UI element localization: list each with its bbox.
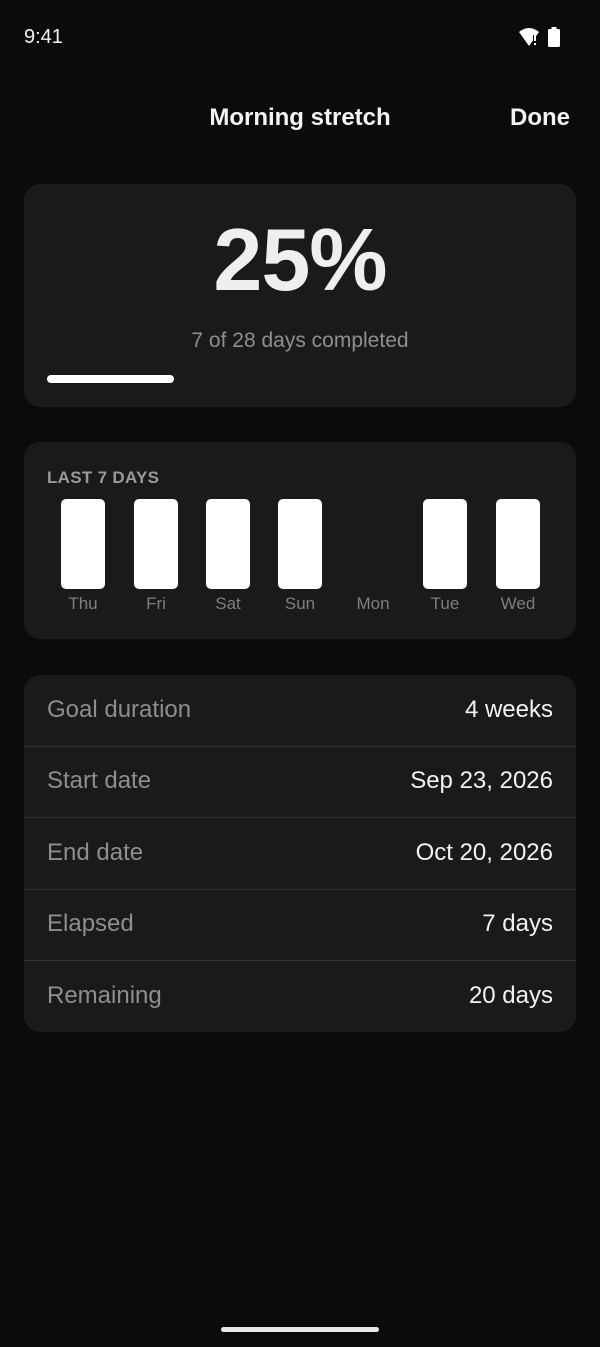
detail-row-remaining: Remaining 20 days [24,961,576,1032]
day-label: Tue [430,594,460,613]
day-tue: Tue [423,499,467,619]
day-mon: Mon [351,499,395,619]
day-bar [278,499,322,589]
day-bar [134,499,178,589]
detail-value: Sep 23, 2026 [410,767,553,794]
day-bar [351,499,395,589]
detail-value: 4 weeks [464,696,553,723]
day-label: Sat [215,594,241,613]
last-7-days-card: LAST 7 DAYS Thu Fri Sat Sun Mon Tue Wed [24,442,576,639]
wifi-icon [519,28,539,46]
header: Morning stretch Done [0,100,600,140]
status-bar: 9:41 [0,0,600,78]
detail-value: 7 days [482,910,553,937]
day-label: Wed [500,594,536,613]
progress-bar-fill [47,375,174,383]
progress-bar [47,375,553,383]
detail-row-start-date: Start date Sep 23, 2026 [24,746,576,818]
detail-label: End date [47,839,144,866]
goal-detail-screen: 9:41 Morning stretch Done 25% 7 of 28 da… [0,0,600,1347]
last-7-days-title: LAST 7 DAYS [47,468,160,487]
day-fri: Fri [134,499,178,619]
detail-value: 20 days [468,982,553,1009]
day-label: Mon [356,594,390,613]
detail-row-goal-duration: Goal duration 4 weeks [24,675,576,747]
detail-label: Start date [47,767,152,794]
day-bar [61,499,105,589]
status-time: 9:41 [24,26,63,48]
day-thu: Thu [61,499,105,619]
progress-percent: 25% [213,210,387,309]
details-card: Goal duration 4 weeks Start date Sep 23,… [24,675,576,1032]
day-label: Thu [68,594,98,613]
day-sun: Sun [278,499,322,619]
day-sat: Sat [206,499,250,619]
detail-value: Oct 20, 2026 [415,839,553,866]
detail-row-end-date: End date Oct 20, 2026 [24,818,576,890]
detail-row-elapsed: Elapsed 7 days [24,889,576,961]
done-button[interactable]: Done [510,104,570,132]
day-bar [423,499,467,589]
progress-card: 25% 7 of 28 days completed [24,184,576,407]
progress-caption: 7 of 28 days completed [191,329,409,352]
home-indicator[interactable] [221,1327,379,1332]
day-label: Fri [146,594,166,613]
detail-label: Remaining [47,982,162,1009]
detail-label: Elapsed [47,910,134,937]
detail-label: Goal duration [47,696,192,723]
battery-icon [548,27,560,47]
day-wed: Wed [496,499,540,619]
day-bar [496,499,540,589]
day-bar [206,499,250,589]
day-label: Sun [284,594,316,613]
status-icons [518,27,560,47]
